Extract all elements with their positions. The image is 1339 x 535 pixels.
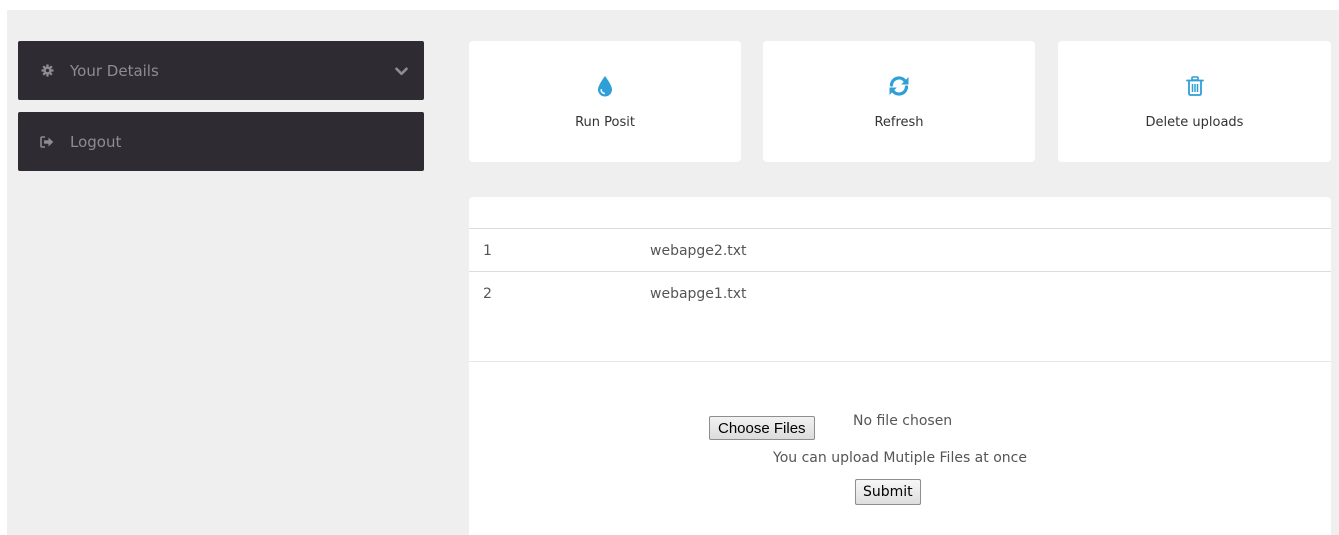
- trash-icon: [1185, 75, 1204, 97]
- file-panel: 1 webapge2.txt 2 webapge1.txt Choose Fil…: [469, 197, 1331, 535]
- run-posit-button[interactable]: Run Posit: [469, 41, 741, 162]
- chevron-down-icon: [395, 62, 408, 80]
- run-posit-label: Run Posit: [575, 115, 635, 130]
- refresh-label: Refresh: [874, 115, 924, 130]
- sidebar-item-logout[interactable]: Logout: [18, 112, 424, 171]
- delete-uploads-label: Delete uploads: [1145, 115, 1244, 130]
- delete-uploads-button[interactable]: Delete uploads: [1058, 41, 1331, 162]
- refresh-icon: [888, 75, 910, 97]
- file-name: webapge1.txt: [650, 286, 747, 302]
- table-row: 1 webapge2.txt: [469, 228, 1331, 271]
- file-status-text: No file chosen: [853, 413, 953, 429]
- choose-files-button[interactable]: Choose Files: [709, 416, 815, 440]
- row-number: 1: [483, 243, 492, 259]
- divider: [469, 361, 1331, 362]
- sign-out-icon: [40, 135, 54, 149]
- upload-hint: You can upload Mutiple Files at once: [773, 450, 1027, 466]
- sidebar-item-label: Your Details: [70, 61, 159, 80]
- refresh-button[interactable]: Refresh: [763, 41, 1035, 162]
- row-number: 2: [483, 286, 492, 302]
- droplet-icon: [597, 75, 613, 97]
- submit-button[interactable]: Submit: [855, 479, 921, 505]
- file-name: webapge2.txt: [650, 243, 747, 259]
- page-background: Your Details Logout Run Posit Refresh De…: [7, 10, 1339, 535]
- sidebar-item-your-details[interactable]: Your Details: [18, 41, 424, 100]
- table-row: 2 webapge1.txt: [469, 271, 1331, 314]
- sidebar-item-label: Logout: [70, 132, 122, 151]
- gear-icon: [40, 64, 54, 78]
